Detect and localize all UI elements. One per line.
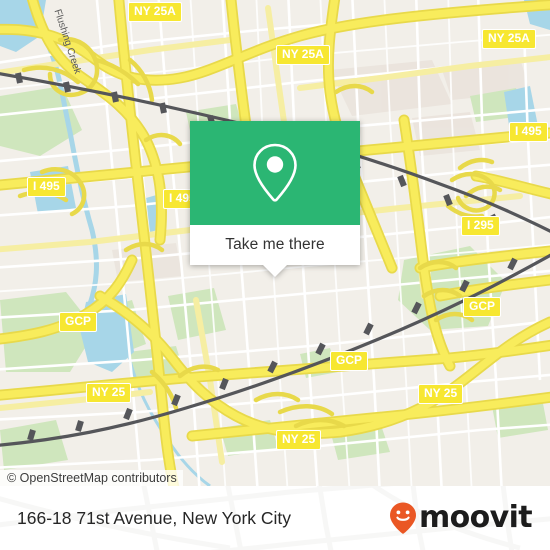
moovit-map-screenshot: Flushing Creek NY 25A NY 25A NY 25A I 49… <box>0 0 550 550</box>
road-shield-gcp-2[interactable]: GCP <box>59 312 98 332</box>
moovit-wordmark: moovit <box>418 500 533 535</box>
road-shield-ny25-3[interactable]: NY 25 <box>276 430 322 450</box>
road-shield-i495-2[interactable]: I 495 <box>27 177 66 197</box>
road-shield-ny25-2[interactable]: NY 25 <box>418 384 464 404</box>
popup-body[interactable]: Take me there <box>190 225 360 265</box>
road-shield-i495-1[interactable]: I 495 <box>509 122 548 142</box>
footer-content: 166-18 71st Avenue, New York City moovit <box>0 486 550 550</box>
road-shield-ny25-1[interactable]: NY 25 <box>86 383 132 403</box>
moovit-logo[interactable]: moovit <box>388 500 533 535</box>
map-pin-icon <box>253 143 297 202</box>
footer-bar: 166-18 71st Avenue, New York City moovit <box>0 486 550 550</box>
popup-pointer <box>263 265 287 277</box>
moovit-smiley-pin-icon <box>389 502 416 534</box>
take-me-there-popup[interactable]: Take me there <box>190 121 360 277</box>
address-label: 166-18 71st Avenue, New York City <box>17 507 292 528</box>
road-shield-gcp-1[interactable]: GCP <box>463 297 502 317</box>
road-shield-ny25a-1[interactable]: NY 25A <box>128 2 182 22</box>
osm-attribution[interactable]: © OpenStreetMap contributors <box>0 470 183 486</box>
road-shield-ny25a-3[interactable]: NY 25A <box>482 29 536 49</box>
take-me-there-label: Take me there <box>225 236 325 253</box>
map-canvas[interactable]: Flushing Creek NY 25A NY 25A NY 25A I 49… <box>0 0 550 486</box>
road-shield-i295[interactable]: I 295 <box>461 216 500 236</box>
road-shield-ny25a-2[interactable]: NY 25A <box>276 45 330 65</box>
popup-header <box>190 121 360 225</box>
road-shield-gcp-3[interactable]: GCP <box>330 351 369 371</box>
